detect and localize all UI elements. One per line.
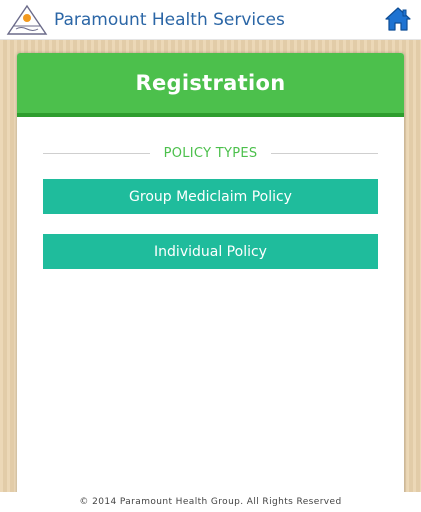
card-header: Registration (17, 53, 404, 117)
button-label: Individual Policy (154, 243, 267, 260)
home-button[interactable] (383, 4, 413, 34)
page-title: Registration (135, 71, 286, 95)
divider (271, 152, 379, 154)
individual-policy-button[interactable]: Individual Policy (43, 234, 378, 269)
divider (43, 152, 150, 154)
registration-card: Registration POLICY TYPES Group Mediclai… (17, 53, 404, 499)
copyright-text: © 2014 Paramount Health Group. All Right… (79, 497, 342, 507)
home-icon (385, 7, 411, 31)
section-label: POLICY TYPES (163, 145, 258, 161)
group-mediclaim-policy-button[interactable]: Group Mediclaim Policy (43, 179, 378, 214)
button-label: Group Mediclaim Policy (129, 188, 292, 205)
footer: © 2014 Paramount Health Group. All Right… (0, 492, 421, 512)
app-title: Paramount Health Services (54, 9, 285, 30)
top-bar: Paramount Health Services (0, 0, 421, 40)
policy-types-heading: POLICY TYPES (43, 145, 379, 161)
paramount-logo-icon (6, 4, 48, 36)
